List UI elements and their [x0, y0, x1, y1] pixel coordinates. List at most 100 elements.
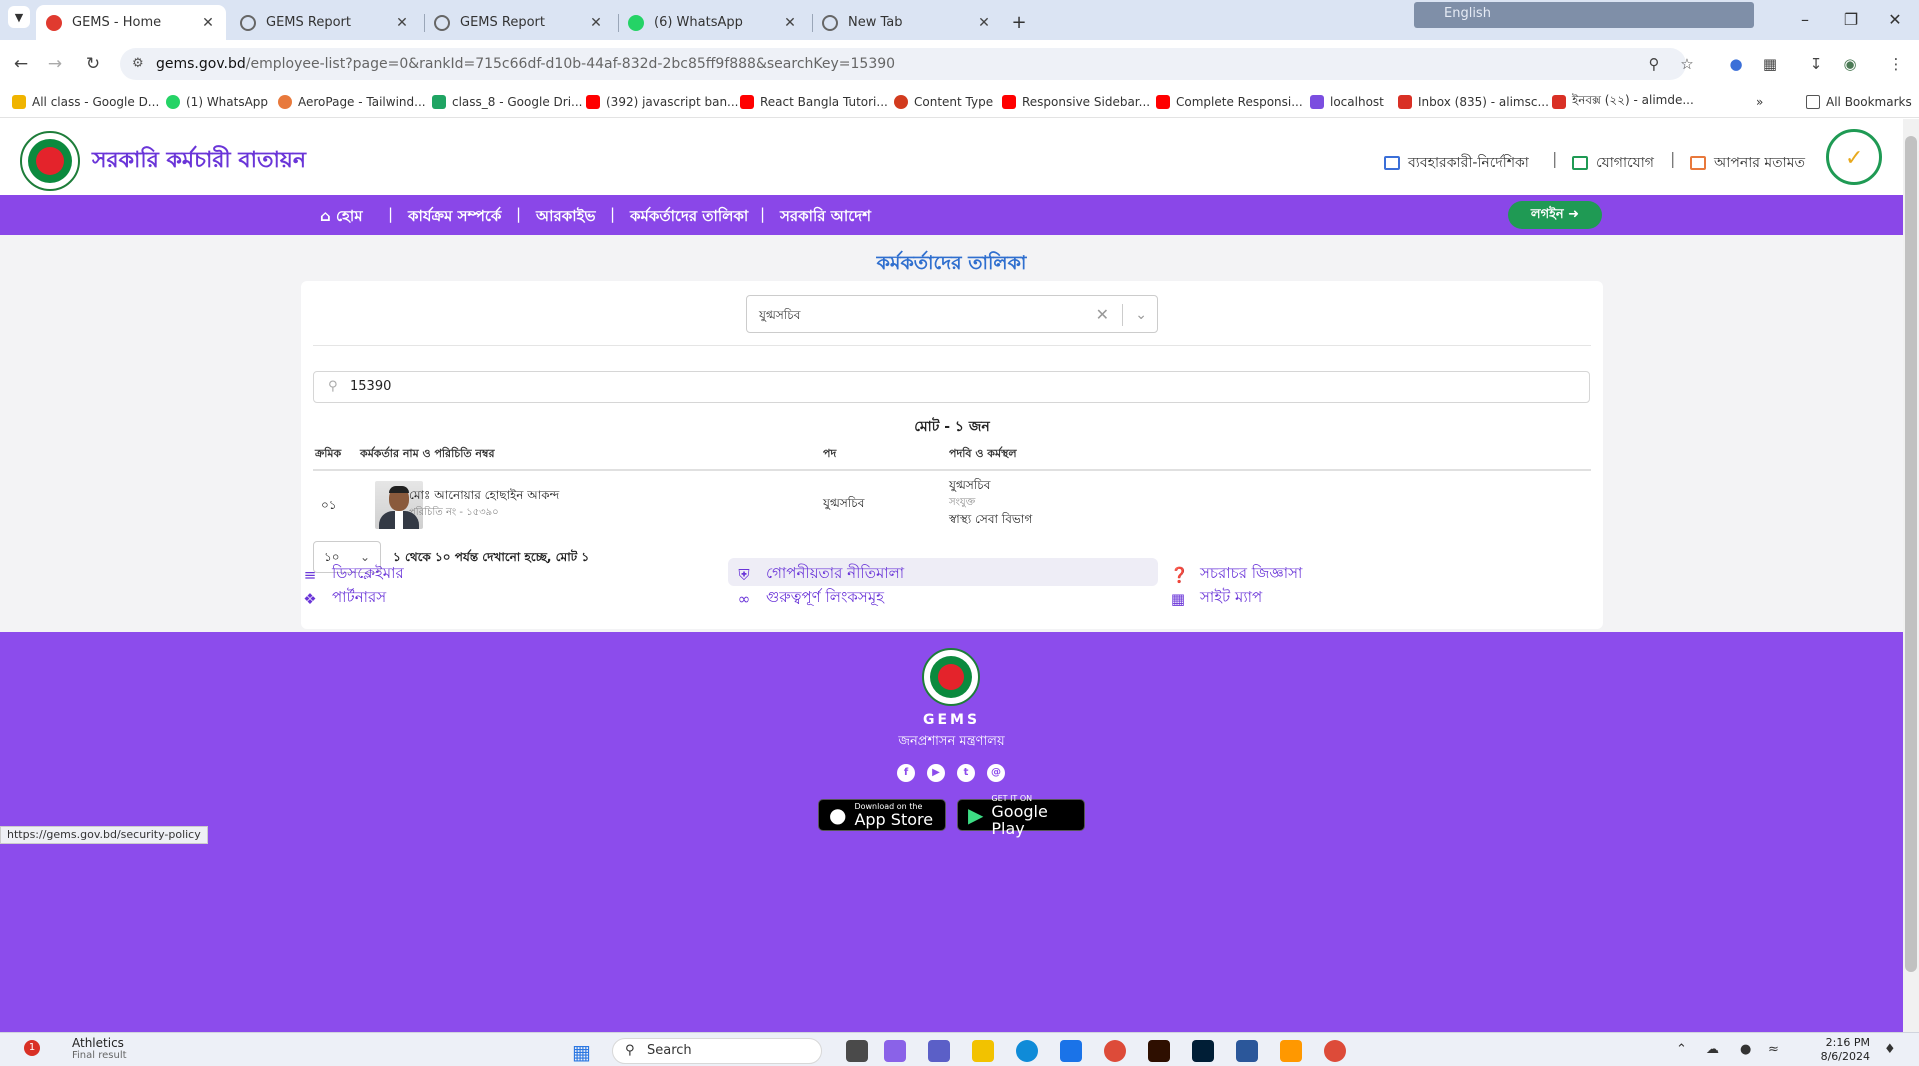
bookmark-item[interactable]: All class - Google D... — [12, 92, 159, 112]
extension-icon[interactable]: ● — [1724, 52, 1748, 76]
puzzle-icon[interactable]: ▦ — [1758, 52, 1782, 76]
user-guide-link[interactable]: ব্যবহারকারী-নির্দেশিকা — [1384, 151, 1529, 175]
more-bookmarks-button[interactable]: » — [1756, 92, 1763, 112]
notification-bell-icon[interactable]: ♦ — [1884, 1042, 1896, 1057]
separator: | — [1670, 149, 1676, 168]
close-icon[interactable]: ✕ — [394, 15, 410, 31]
store-icon[interactable] — [1060, 1040, 1082, 1062]
link-label: ডিসক্লেইমার — [332, 564, 404, 582]
close-icon[interactable]: ✕ — [976, 15, 992, 31]
footer-link-sitemap[interactable]: ▦ সাইট ম্যাপ — [1170, 586, 1262, 611]
bookmark-item[interactable]: Responsive Sidebar... — [1002, 92, 1150, 112]
photoshop-icon[interactable] — [1192, 1040, 1214, 1062]
task-view-icon[interactable] — [846, 1040, 868, 1062]
new-tab-button[interactable]: + — [1004, 5, 1034, 40]
bookmark-item[interactable]: localhost — [1310, 92, 1384, 112]
back-button[interactable]: ← — [8, 51, 34, 77]
close-icon[interactable]: ✕ — [200, 15, 216, 31]
footer-link-privacy[interactable]: ⛨ গোপনীয়তার নীতিমালা — [736, 562, 904, 587]
teams-icon[interactable] — [928, 1040, 950, 1062]
tab-whatsapp[interactable]: (6) WhatsApp ✕ — [618, 5, 808, 40]
chrome-active-icon[interactable] — [1324, 1040, 1346, 1062]
tray-chevron-icon[interactable]: ⌃ — [1676, 1042, 1687, 1057]
sublime-icon[interactable] — [1280, 1040, 1302, 1062]
menu-icon[interactable]: ⋮ — [1884, 52, 1908, 76]
nav-about[interactable]: কার্যক্রম সম্পর্কে — [408, 205, 501, 230]
nav-home[interactable]: ⌂ হোম — [320, 205, 363, 230]
twitter-icon[interactable]: t — [957, 764, 975, 782]
app-store-badge[interactable]: ● Download on the App Store — [818, 799, 946, 831]
onedrive-icon[interactable]: ☁ — [1706, 1042, 1719, 1057]
chevron-down-icon[interactable]: ⌄ — [1135, 296, 1147, 334]
tab-gems-report-1[interactable]: GEMS Report ✕ — [230, 5, 420, 40]
tab-gems-home[interactable]: GEMS - Home ✕ — [36, 5, 226, 40]
translate-language[interactable]: English — [1444, 6, 1491, 21]
contact-link[interactable]: যোগাযোগ — [1572, 151, 1654, 175]
key-icon[interactable]: ⚲ — [1642, 52, 1666, 76]
facebook-icon[interactable]: f — [897, 764, 915, 782]
bookmark-item[interactable]: Complete Responsi... — [1156, 92, 1303, 112]
google-play-badge[interactable]: ▶ GET IT ON Google Play — [957, 794, 1085, 837]
tab-new-tab[interactable]: New Tab ✕ — [812, 5, 1002, 40]
wifi-icon[interactable]: ≈ — [1768, 1042, 1779, 1057]
url-bar[interactable]: ⚙ gems.gov.bd/employee-list?page=0&rankI… — [120, 48, 1686, 80]
footer-link-faq[interactable]: ❓ সচরাচর জিজ্ঞাসা — [1170, 562, 1302, 587]
drive-icon — [432, 95, 446, 109]
bookmark-item[interactable]: React Bangla Tutori... — [740, 92, 888, 112]
chrome-icon[interactable] — [1104, 1040, 1126, 1062]
download-icon[interactable]: ↧ — [1804, 52, 1828, 76]
close-icon[interactable]: ✕ — [588, 15, 604, 31]
officer-name[interactable]: মোঃ আনোয়ার হোছাইন আকন্দ — [409, 487, 559, 507]
bookmark-item[interactable]: class_8 - Google Dri... — [432, 92, 582, 112]
rank-select[interactable]: যুগ্মসচিব ✕ ⌄ — [746, 295, 1158, 333]
bookmark-label: Inbox (835) - alimsc... — [1418, 95, 1549, 109]
footer-link-important-links[interactable]: ∞ গুরুত্বপূর্ণ লিংকসমূহ — [736, 586, 884, 611]
word-icon[interactable] — [1236, 1040, 1258, 1062]
youtube-icon[interactable]: ▶ — [927, 764, 945, 782]
copilot-icon[interactable] — [884, 1040, 906, 1062]
tab-search-button[interactable]: ▼ — [8, 6, 30, 28]
nav-officers-list[interactable]: কর্মকর্তাদের তালিকা — [630, 205, 748, 230]
tab-gems-report-2[interactable]: GEMS Report ✕ — [424, 5, 614, 40]
bookmark-item[interactable]: ইনবক্স (২২) - alimde... — [1552, 92, 1694, 112]
search-input[interactable]: ⚲ 15390 — [313, 371, 1590, 403]
feedback-link[interactable]: আপনার মতামত — [1690, 151, 1805, 175]
file-explorer-icon[interactable] — [972, 1040, 994, 1062]
taskbar-search[interactable]: ⚲ Search — [612, 1038, 822, 1064]
minimize-button[interactable]: – — [1782, 6, 1828, 34]
nav-archive[interactable]: আরকাইভ — [536, 205, 596, 230]
email-icon[interactable]: @ — [987, 764, 1005, 782]
bookmark-star-icon[interactable]: ☆ — [1675, 52, 1699, 76]
bookmark-item[interactable]: AeroPage - Tailwind... — [278, 92, 426, 112]
close-icon[interactable]: ✕ — [782, 15, 798, 31]
bangladesh-emblem-logo[interactable] — [20, 131, 80, 191]
photo-shirt — [395, 511, 403, 529]
forward-button[interactable]: → — [42, 51, 68, 77]
link-label: আপনার মতামত — [1714, 155, 1806, 171]
restore-button[interactable]: ❐ — [1828, 6, 1874, 34]
window-close-button[interactable]: ✕ — [1872, 6, 1918, 34]
windows-start-icon[interactable]: ▦ — [572, 1041, 594, 1063]
bookmark-item[interactable]: Content Type — [894, 92, 993, 112]
bookmark-item[interactable]: (392) javascript ban... — [586, 92, 739, 112]
weather-widget[interactable]: Athletics Final result — [28, 1036, 127, 1061]
nav-govt-orders[interactable]: সরকারি আদেশ — [780, 205, 871, 230]
profile-avatar[interactable]: ◉ — [1838, 52, 1862, 76]
site-info-icon[interactable]: ⚙ — [132, 48, 144, 80]
clear-icon[interactable]: ✕ — [1096, 296, 1109, 334]
search-value: 15390 — [350, 379, 392, 394]
footer-link-disclaimer[interactable]: ≡ ডিসক্লেইমার — [302, 562, 404, 587]
footer-link-partners[interactable]: ❖ পার্টনারস — [302, 586, 386, 611]
reload-button[interactable]: ↻ — [80, 51, 106, 77]
site-title[interactable]: সরকারি কর্মচারী বাতায়ন — [92, 143, 306, 180]
illustrator-icon[interactable] — [1148, 1040, 1170, 1062]
bookmark-item[interactable]: Inbox (835) - alimsc... — [1398, 92, 1549, 112]
bookmark-item[interactable]: (1) WhatsApp — [166, 92, 268, 112]
all-bookmarks[interactable]: All Bookmarks — [1806, 92, 1912, 112]
login-button[interactable]: লগইন ➜ — [1508, 201, 1602, 229]
chat-icon — [1572, 156, 1588, 170]
scrollbar-thumb[interactable] — [1905, 136, 1917, 972]
microphone-icon[interactable]: ● — [1740, 1042, 1751, 1057]
system-clock[interactable]: 2:16 PM 8/6/2024 — [1804, 1036, 1870, 1064]
edge-icon[interactable] — [1016, 1040, 1038, 1062]
